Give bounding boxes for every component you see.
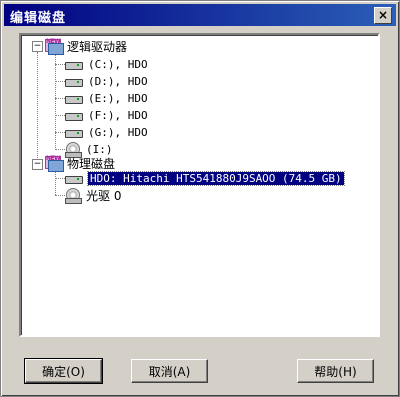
tree-item-label: 光驱 0 [86, 189, 122, 203]
tree-group-logical-drives[interactable]: NEW 逻辑驱动器 [45, 38, 127, 55]
tree-line [55, 81, 65, 82]
collapse-toggle[interactable]: − [32, 41, 43, 52]
hard-disk-icon [65, 174, 83, 184]
tree-group-label: 逻辑驱动器 [67, 40, 128, 54]
tree-item-label: (C:), HDO [88, 58, 148, 71]
tree-line [55, 132, 65, 133]
disk-tree: − NEW 逻辑驱动器 (C:), HDO (D:), HDO (E:), HD… [21, 35, 378, 335]
hard-disk-icon [65, 94, 83, 104]
hard-disk-icon [65, 128, 83, 138]
tree-item-drive-d[interactable]: (D:), HDO [65, 73, 148, 90]
help-button[interactable]: 帮助(H) [297, 359, 374, 383]
tree-item-drive-c[interactable]: (C:), HDO [65, 56, 148, 73]
close-button[interactable]: × [374, 7, 392, 24]
tree-line [55, 169, 56, 195]
drive-group-icon: NEW [45, 155, 64, 172]
drive-group-icon: NEW [45, 38, 64, 55]
hard-disk-icon [65, 111, 83, 121]
hard-disk-icon [65, 77, 83, 87]
tree-line [55, 64, 65, 65]
disk-tree-panel[interactable]: − NEW 逻辑驱动器 (C:), HDO (D:), HDO (E:), HD… [19, 33, 380, 337]
edit-disk-dialog: 编辑磁盘 × − NEW 逻辑驱动器 (C:), HDO (D:), HDO (… [0, 0, 400, 397]
tree-line [55, 178, 65, 179]
tree-item-label: (E:), HDO [88, 92, 148, 105]
tree-item-drive-g[interactable]: (G:), HDO [65, 124, 148, 141]
tree-line [37, 52, 38, 168]
tree-item-drive-e[interactable]: (E:), HDO [65, 90, 148, 107]
cd-drive-icon [65, 188, 82, 204]
tree-line [55, 52, 56, 150]
tree-item-label: (D:), HDO [88, 75, 148, 88]
dialog-title: 编辑磁盘 [10, 11, 67, 26]
collapse-toggle[interactable]: − [32, 159, 43, 170]
tree-item-label: (F:), HDO [88, 109, 148, 122]
tree-item-cd-drive-0[interactable]: 光驱 0 [65, 187, 121, 204]
tree-item-label: HDO: Hitachi HTS541880J9SAOO (74.5 GB) [87, 171, 345, 186]
hard-disk-icon [65, 60, 83, 70]
tree-item-physical-disk-hd0[interactable]: HDO: Hitachi HTS541880J9SAOO (74.5 GB) [65, 170, 345, 187]
tree-line [55, 195, 65, 196]
ok-button[interactable]: 确定(O) [24, 358, 103, 384]
tree-item-label: (G:), HDO [88, 126, 148, 139]
cancel-button[interactable]: 取消(A) [131, 359, 208, 383]
tree-line [55, 115, 65, 116]
tree-line [55, 98, 65, 99]
tree-line [55, 149, 65, 150]
title-bar[interactable]: 编辑磁盘 × [4, 4, 396, 26]
tree-item-drive-f[interactable]: (F:), HDO [65, 107, 148, 124]
